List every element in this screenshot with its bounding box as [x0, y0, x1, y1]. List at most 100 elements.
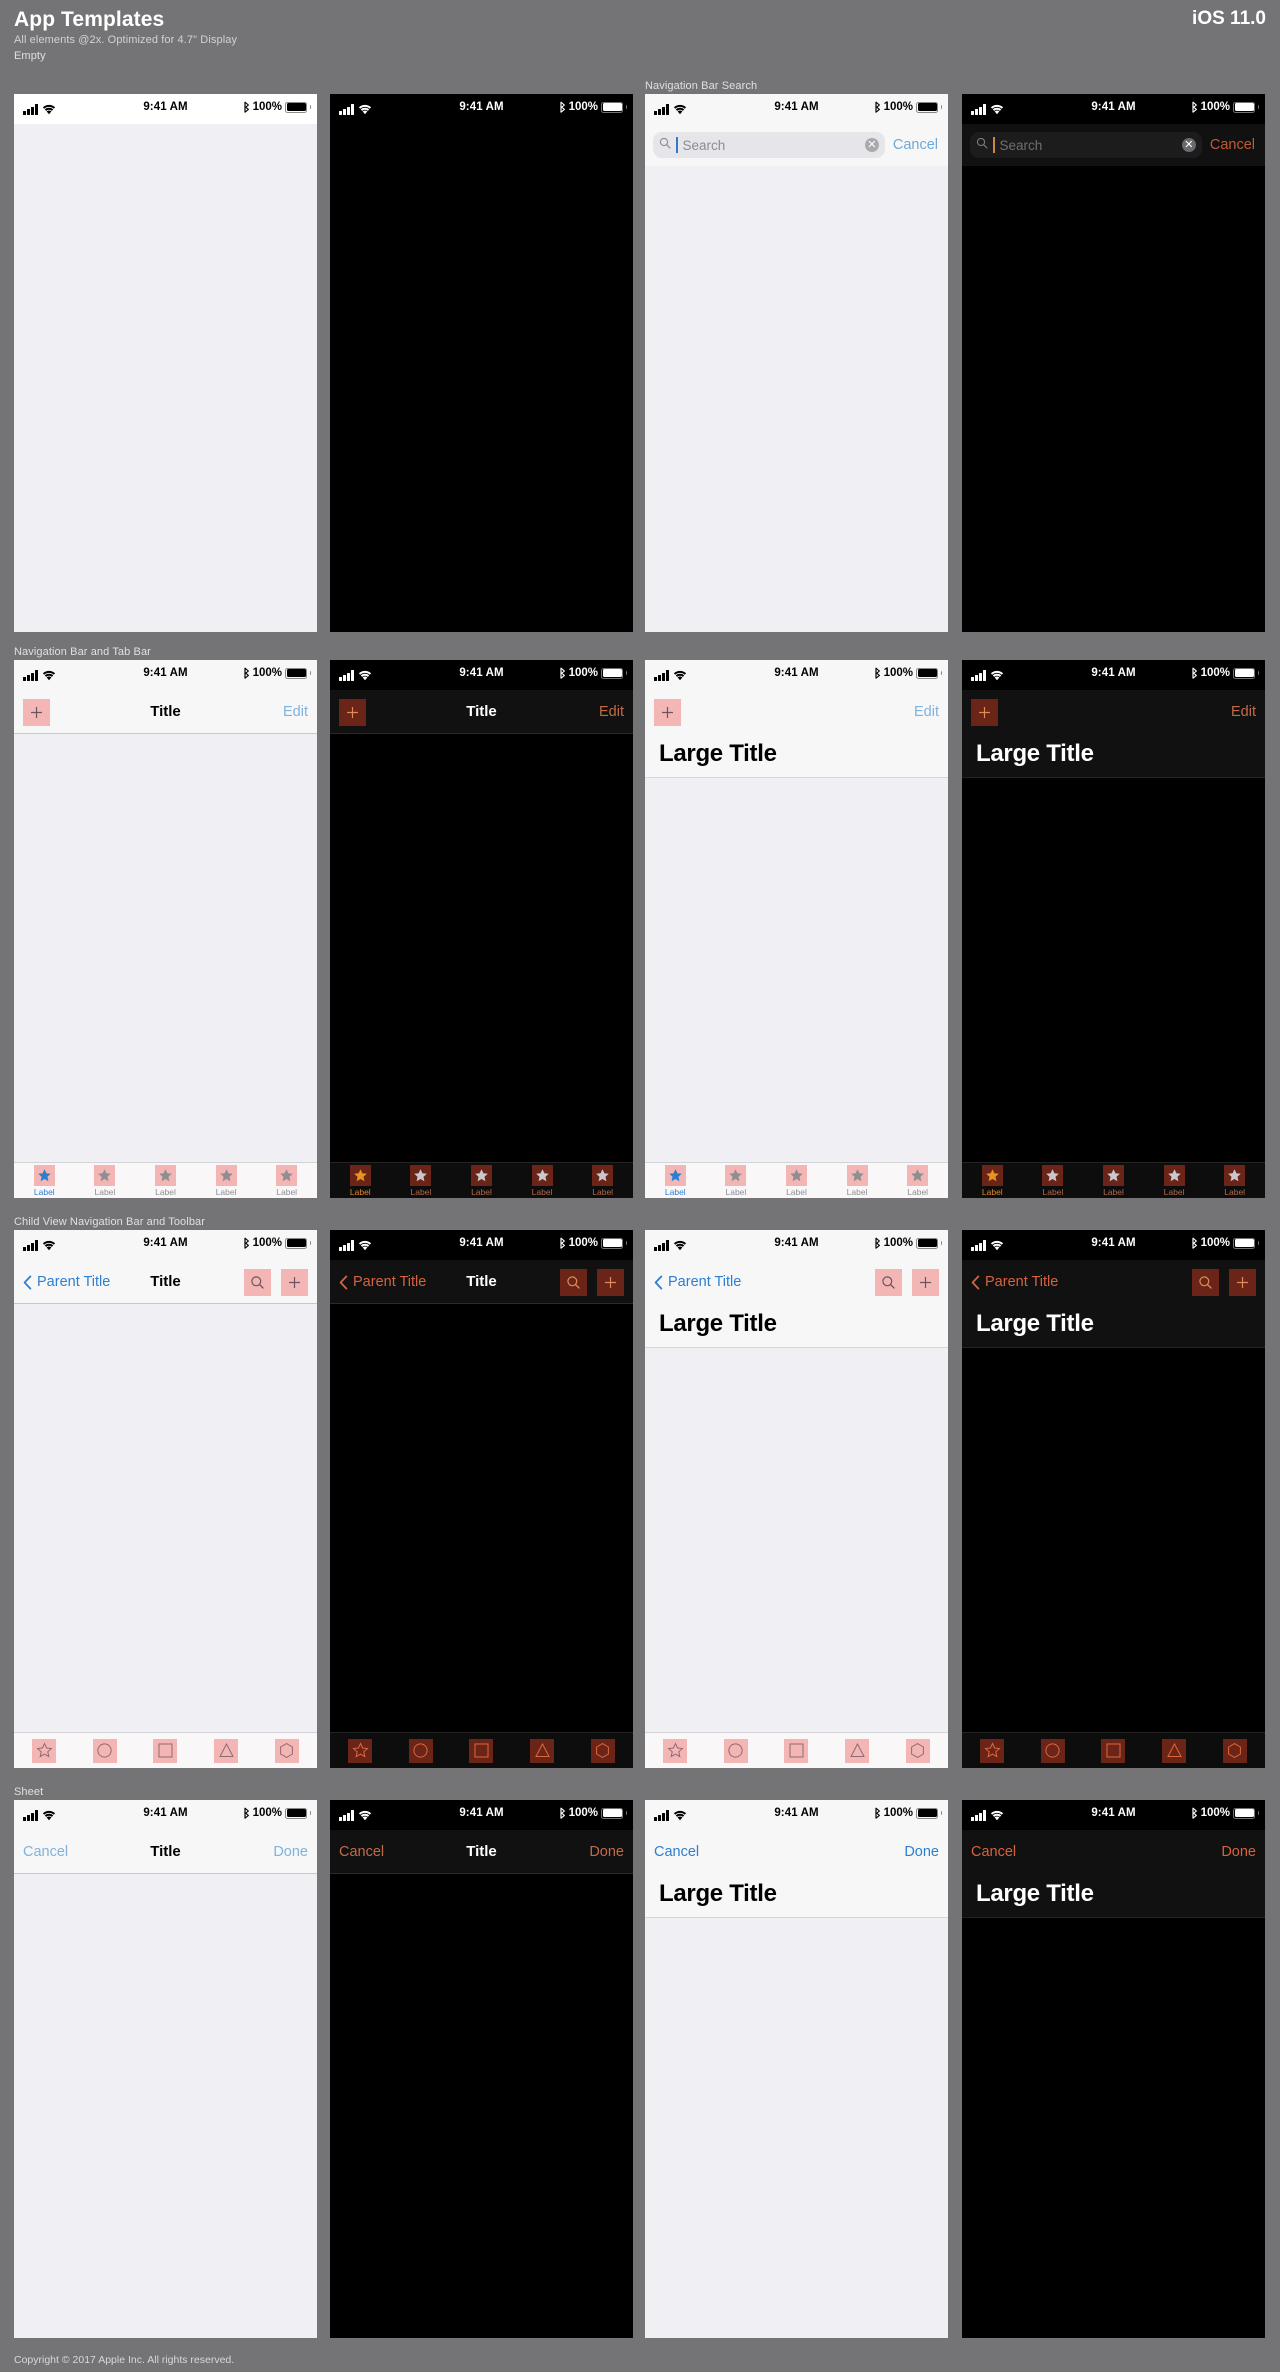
- tab-item[interactable]: Label: [1204, 1164, 1265, 1197]
- content-area: [645, 778, 948, 1198]
- sheet-done-button[interactable]: Done: [273, 1844, 308, 1860]
- search-cancel-button[interactable]: Cancel: [893, 137, 940, 153]
- toolbar-item[interactable]: [1144, 1738, 1205, 1763]
- search-icon[interactable]: [875, 1268, 902, 1296]
- toolbar-item[interactable]: [572, 1738, 633, 1763]
- battery-icon: [916, 101, 942, 113]
- edit-button[interactable]: Edit: [914, 704, 939, 720]
- clear-circle-icon[interactable]: ✕: [864, 138, 879, 152]
- toolbar-item[interactable]: [14, 1738, 75, 1763]
- tab-item[interactable]: Label: [706, 1164, 767, 1197]
- search-input[interactable]: Search ✕: [653, 132, 885, 158]
- toolbar-item[interactable]: [887, 1738, 948, 1763]
- tab-item[interactable]: Label: [962, 1164, 1023, 1197]
- content-area: [14, 734, 317, 1198]
- square-outline-icon: [784, 1738, 809, 1763]
- star-icon: [592, 1164, 614, 1186]
- battery-icon: [285, 1237, 311, 1249]
- plus-icon[interactable]: [912, 1268, 939, 1296]
- toolbar-item[interactable]: [1204, 1738, 1265, 1763]
- search-cancel-button[interactable]: Cancel: [1210, 137, 1257, 153]
- tab-item[interactable]: Label: [1023, 1164, 1084, 1197]
- sheet-cancel-button[interactable]: Cancel: [654, 1844, 699, 1860]
- edit-button[interactable]: Edit: [599, 704, 624, 720]
- plus-icon[interactable]: [654, 698, 681, 726]
- template-child-toolbar-dark: 9:41 AM 100% Parent Title Title: [330, 1230, 633, 1768]
- tab-item[interactable]: Label: [1144, 1164, 1205, 1197]
- back-button[interactable]: Parent Title: [971, 1260, 1058, 1304]
- tab-item[interactable]: Label: [75, 1164, 136, 1197]
- tab-label: Label: [725, 1186, 747, 1197]
- back-button[interactable]: Parent Title: [654, 1260, 741, 1304]
- status-bar: 9:41 AM 100%: [645, 94, 948, 124]
- bluetooth-icon: [243, 1807, 250, 1819]
- large-title-container: Large Title: [645, 734, 948, 778]
- toolbar-item[interactable]: [75, 1738, 136, 1763]
- content-area: [330, 124, 633, 632]
- tab-item[interactable]: Label: [256, 1164, 317, 1197]
- plus-icon[interactable]: [1229, 1268, 1256, 1296]
- nav-left-group: [971, 690, 998, 734]
- edit-button[interactable]: Edit: [1231, 704, 1256, 720]
- tab-item[interactable]: Label: [645, 1164, 706, 1197]
- status-bar: 9:41 AM 100%: [14, 1800, 317, 1830]
- toolbar-item[interactable]: [827, 1738, 888, 1763]
- sheet-done-button[interactable]: Done: [589, 1844, 624, 1860]
- tab-item[interactable]: Label: [827, 1164, 888, 1197]
- sheet-done-button[interactable]: Done: [1221, 1844, 1256, 1860]
- nav-title: Title: [150, 703, 181, 720]
- toolbar-item[interactable]: [196, 1738, 257, 1763]
- search-icon: [976, 136, 988, 154]
- tab-item[interactable]: Label: [135, 1164, 196, 1197]
- star-icon: [94, 1164, 116, 1186]
- plus-icon[interactable]: [597, 1268, 624, 1296]
- star-icon: [33, 1164, 55, 1186]
- status-right-group: 100%: [559, 667, 627, 679]
- tab-item[interactable]: Label: [512, 1164, 573, 1197]
- toolbar-item[interactable]: [1083, 1738, 1144, 1763]
- tab-label: Label: [1042, 1186, 1064, 1197]
- tab-item[interactable]: Label: [572, 1164, 633, 1197]
- tab-label: Label: [276, 1186, 298, 1197]
- battery-icon: [1233, 101, 1259, 113]
- toolbar-item[interactable]: [766, 1738, 827, 1763]
- tab-item[interactable]: Label: [196, 1164, 257, 1197]
- tab-item[interactable]: Label: [330, 1164, 391, 1197]
- toolbar: [330, 1732, 633, 1768]
- search-icon[interactable]: [244, 1268, 271, 1296]
- tab-item[interactable]: Label: [391, 1164, 452, 1197]
- toolbar-item[interactable]: [1023, 1738, 1084, 1763]
- template-sheet-dark: 9:41 AM 100% Cancel Title Done: [330, 1800, 633, 2338]
- star-icon: [531, 1164, 553, 1186]
- search-icon[interactable]: [1192, 1268, 1219, 1296]
- tab-item[interactable]: Label: [1083, 1164, 1144, 1197]
- clear-circle-icon[interactable]: ✕: [1181, 138, 1196, 152]
- toolbar-item[interactable]: [256, 1738, 317, 1763]
- toolbar-item[interactable]: [645, 1738, 706, 1763]
- toolbar-item[interactable]: [962, 1738, 1023, 1763]
- toolbar-item[interactable]: [706, 1738, 767, 1763]
- tab-item[interactable]: Label: [451, 1164, 512, 1197]
- sheet-done-button[interactable]: Done: [904, 1844, 939, 1860]
- triangle-outline-icon: [214, 1738, 239, 1763]
- plus-icon[interactable]: [281, 1268, 308, 1296]
- search-input[interactable]: Search ✕: [970, 132, 1202, 158]
- edit-button[interactable]: Edit: [283, 704, 308, 720]
- status-right-group: 100%: [874, 101, 942, 113]
- plus-icon[interactable]: [971, 698, 998, 726]
- tab-item[interactable]: Label: [766, 1164, 827, 1197]
- toolbar-item[interactable]: [451, 1738, 512, 1763]
- tab-item[interactable]: Label: [14, 1164, 75, 1197]
- sheet-cancel-button[interactable]: Cancel: [971, 1844, 1016, 1860]
- toolbar-item[interactable]: [512, 1738, 573, 1763]
- bluetooth-icon: [1191, 101, 1198, 113]
- toolbar-item[interactable]: [135, 1738, 196, 1763]
- tab-item[interactable]: Label: [887, 1164, 948, 1197]
- battery-percent: 100%: [1200, 1807, 1230, 1819]
- battery-percent: 100%: [1200, 101, 1230, 113]
- content-area: [645, 1348, 948, 1768]
- toolbar-item[interactable]: [330, 1738, 391, 1763]
- toolbar-item[interactable]: [391, 1738, 452, 1763]
- large-title: Large Title: [962, 1874, 1265, 1917]
- search-icon[interactable]: [560, 1268, 587, 1296]
